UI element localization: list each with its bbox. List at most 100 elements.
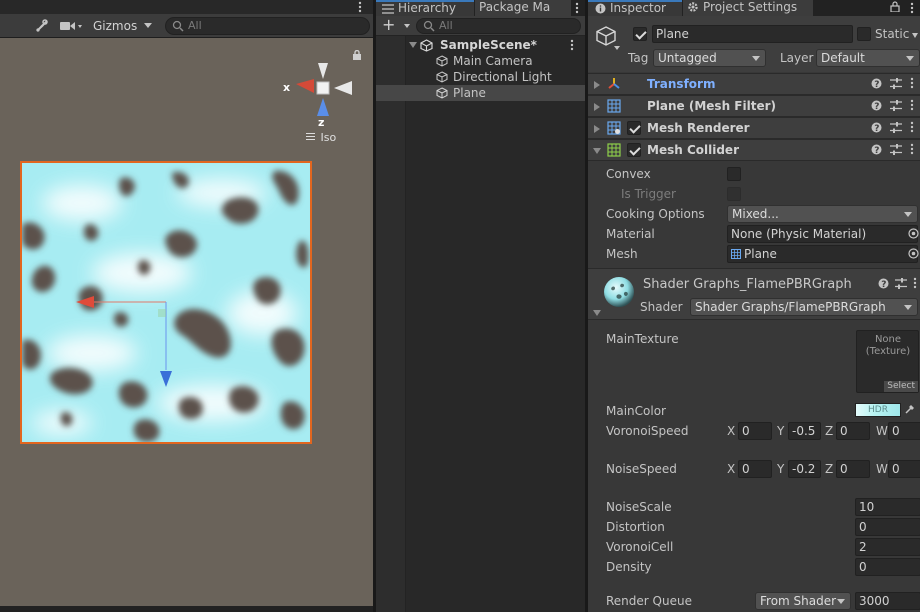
mesh-label: Mesh xyxy=(606,247,638,261)
component-enabled-checkbox[interactable] xyxy=(627,143,641,157)
hierarchy-item-directional-light[interactable]: Directional Light xyxy=(376,69,585,85)
more-options-icon[interactable] xyxy=(910,121,914,133)
more-options-icon[interactable] xyxy=(910,143,914,155)
texture-select-button[interactable]: Select xyxy=(884,381,918,392)
preset-sliders-icon[interactable] xyxy=(890,77,902,89)
eyedropper-icon[interactable] xyxy=(904,403,916,415)
help-icon[interactable]: ? xyxy=(871,100,882,111)
more-options-icon[interactable] xyxy=(910,77,914,89)
more-options-icon[interactable] xyxy=(908,1,916,15)
expand-arrow-icon[interactable] xyxy=(409,42,417,48)
help-icon[interactable]: ? xyxy=(871,122,882,133)
help-icon[interactable]: ? xyxy=(871,144,882,155)
voronoi-speed-x-field[interactable]: 0 xyxy=(738,422,772,440)
hierarchy-item-main-camera[interactable]: Main Camera xyxy=(376,53,585,69)
hierarchy-item-plane[interactable]: Plane xyxy=(376,85,585,101)
scene-search-input[interactable]: All xyxy=(165,17,370,35)
noise-scale-field[interactable]: 10 xyxy=(855,498,920,516)
tab-hierarchy[interactable]: Hierarchy xyxy=(376,0,474,16)
density-field[interactable]: 0 xyxy=(855,558,920,576)
tab-inspector[interactable]: Inspector xyxy=(588,0,682,16)
noise-speed-z-field[interactable]: 0 xyxy=(836,460,870,478)
scene-viewport[interactable]: x z Iso xyxy=(0,38,373,606)
noise-speed-x-field[interactable]: 0 xyxy=(738,460,772,478)
tab-project-settings[interactable]: Project Settings xyxy=(683,0,813,16)
object-picker-icon[interactable] xyxy=(908,228,919,239)
voronoi-speed-label: VoronoiSpeed xyxy=(606,424,689,438)
hierarchy-panel: Hierarchy Package Ma + All SampleScene* xyxy=(376,0,585,612)
noise-speed-w-value: 0 xyxy=(892,462,900,476)
component-mesh-collider[interactable]: Mesh Collider ? xyxy=(588,139,920,161)
tab-package-manager[interactable]: Package Ma xyxy=(475,0,571,16)
component-mesh-filter[interactable]: Plane (Mesh Filter) ? xyxy=(588,95,920,117)
voronoi-speed-z-field[interactable]: 0 xyxy=(836,422,870,440)
more-options-icon[interactable] xyxy=(910,99,914,111)
noise-speed-y-field[interactable]: -0.2 xyxy=(788,460,821,478)
tag-dropdown[interactable]: Untagged xyxy=(653,49,766,67)
object-picker-icon[interactable] xyxy=(908,248,919,259)
noise-speed-label: NoiseSpeed xyxy=(606,462,677,476)
distortion-value: 0 xyxy=(859,520,867,534)
camera-icon[interactable] xyxy=(58,17,84,35)
preset-sliders-icon[interactable] xyxy=(890,143,902,155)
chevron-down-icon xyxy=(837,599,845,604)
convex-checkbox[interactable] xyxy=(727,167,741,181)
render-queue-value: 3000 xyxy=(859,594,890,608)
menu-lines-icon xyxy=(306,133,315,140)
search-icon xyxy=(172,20,184,32)
component-mesh-renderer[interactable]: Mesh Renderer ? xyxy=(588,117,920,139)
foldout-arrow-icon[interactable] xyxy=(594,125,600,133)
selected-plane[interactable] xyxy=(20,161,312,444)
tools-icon[interactable] xyxy=(32,17,52,35)
icon-picker-arrow-icon[interactable] xyxy=(614,46,620,50)
orientation-gizmo[interactable] xyxy=(290,60,360,124)
more-options-icon[interactable] xyxy=(572,1,582,15)
more-options-icon[interactable] xyxy=(913,277,917,289)
scene-search-placeholder: All xyxy=(188,19,202,32)
voronoi-speed-y-field[interactable]: -0.5 xyxy=(788,422,821,440)
foldout-arrow-icon[interactable] xyxy=(594,103,600,111)
cooking-options-dropdown[interactable]: Mixed... xyxy=(727,205,918,223)
foldout-arrow-icon[interactable] xyxy=(594,81,600,89)
chevron-down-icon[interactable] xyxy=(912,33,918,38)
voronoi-speed-w-value: 0 xyxy=(892,424,900,438)
static-checkbox[interactable] xyxy=(857,27,871,41)
tag-label: Tag xyxy=(628,51,649,65)
voronoi-cell-field[interactable]: 2 xyxy=(855,538,920,556)
lock-icon[interactable] xyxy=(352,50,362,60)
scene-row[interactable]: SampleScene* xyxy=(376,37,585,53)
noise-scale-label: NoiseScale xyxy=(606,500,672,514)
gizmos-dropdown[interactable]: Gizmos xyxy=(90,17,156,35)
projection-toggle[interactable]: Iso xyxy=(306,131,336,144)
more-options-icon[interactable] xyxy=(355,1,365,13)
shader-dropdown[interactable]: Shader Graphs/FlamePBRGraph xyxy=(690,298,918,316)
component-enabled-checkbox[interactable] xyxy=(627,121,641,135)
voronoi-speed-w-field[interactable]: 0 xyxy=(888,422,920,440)
foldout-arrow-icon[interactable] xyxy=(593,148,601,154)
distortion-field[interactable]: 0 xyxy=(855,518,920,536)
component-transform[interactable]: Transform ? xyxy=(588,73,920,95)
hierarchy-search-input[interactable]: All xyxy=(416,18,581,34)
more-options-icon[interactable] xyxy=(568,39,576,51)
preset-sliders-icon[interactable] xyxy=(890,121,902,133)
preset-sliders-icon[interactable] xyxy=(895,277,907,289)
help-icon[interactable]: ? xyxy=(871,78,882,89)
main-texture-slot[interactable]: None (Texture) Select xyxy=(856,330,919,393)
add-button[interactable]: + xyxy=(382,17,410,33)
active-checkbox[interactable] xyxy=(633,27,647,41)
render-queue-field[interactable]: 3000 xyxy=(855,592,920,610)
material-name: Shader Graphs_FlamePBRGraph xyxy=(643,277,852,292)
scene-toolbar: Gizmos All xyxy=(0,14,373,38)
preset-sliders-icon[interactable] xyxy=(890,99,902,111)
mesh-object-field[interactable]: Plane xyxy=(727,245,918,263)
render-queue-mode-dropdown[interactable]: From Shader xyxy=(755,592,851,610)
help-icon[interactable]: ? xyxy=(878,278,889,289)
noise-speed-w-field[interactable]: 0 xyxy=(888,460,920,478)
material-object-field[interactable]: None (Physic Material) xyxy=(727,225,918,243)
main-color-swatch[interactable]: HDR xyxy=(855,403,901,417)
object-name-field[interactable]: Plane xyxy=(652,25,853,43)
layer-dropdown[interactable]: Default xyxy=(816,49,920,67)
foldout-arrow-icon[interactable] xyxy=(593,310,601,316)
lock-icon[interactable] xyxy=(890,1,900,12)
chevron-down-icon xyxy=(752,56,760,61)
